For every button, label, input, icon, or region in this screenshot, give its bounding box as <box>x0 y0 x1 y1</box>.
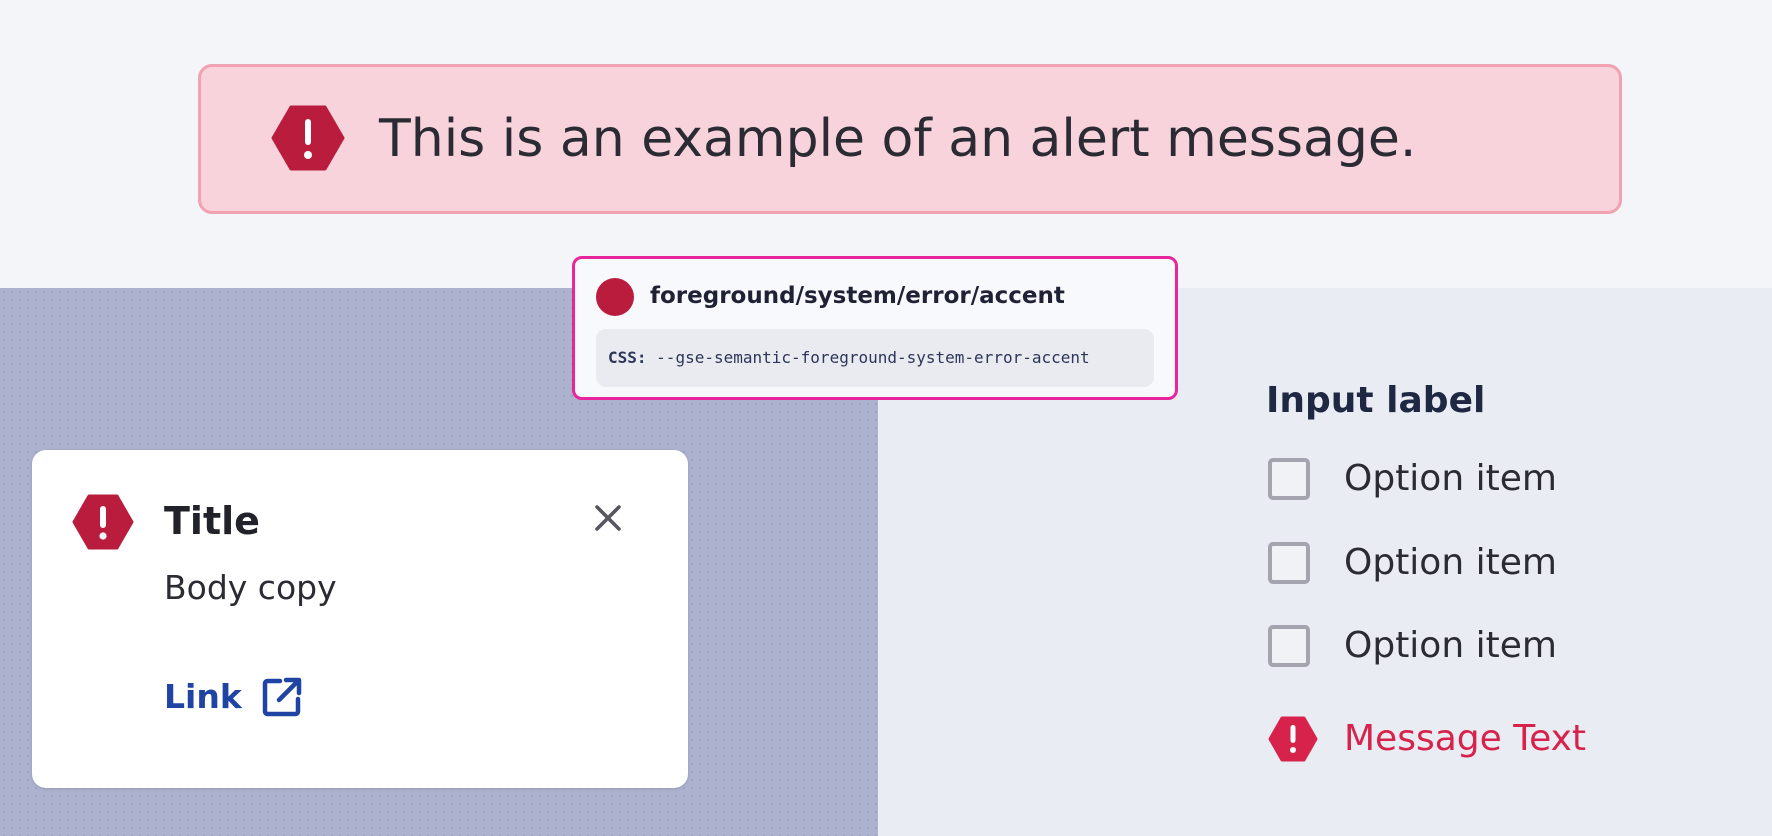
option-item-2[interactable]: Option item <box>1266 539 1686 595</box>
token-name: foreground/system/error/accent <box>650 283 1065 309</box>
close-icon[interactable] <box>588 498 628 538</box>
color-swatch <box>596 278 634 316</box>
error-message-text: Message Text <box>1344 718 1587 759</box>
error-message-row: Message Text <box>1266 714 1686 770</box>
option-item-3[interactable]: Option item <box>1266 622 1686 678</box>
option-label: Option item <box>1344 458 1557 499</box>
toast-link-label: Link <box>164 677 242 716</box>
input-label: Input label <box>1266 380 1486 421</box>
toast-link[interactable]: Link <box>164 672 304 722</box>
toast-notification: Title Body copy Link <box>32 450 688 788</box>
token-tooltip: foreground/system/error/accent CSS: --gs… <box>572 256 1178 400</box>
external-link-icon <box>262 677 302 717</box>
checkbox[interactable] <box>1268 625 1310 667</box>
error-hexagon-icon <box>1268 716 1318 762</box>
alert-banner: This is an example of an alert message. <box>198 64 1622 214</box>
error-hexagon-icon <box>72 494 134 550</box>
checkbox[interactable] <box>1268 542 1310 584</box>
css-prefix: CSS: <box>608 348 647 367</box>
checkbox-group: Input label Option item Option item Opti… <box>1266 378 1746 778</box>
checkbox[interactable] <box>1268 458 1310 500</box>
option-label: Option item <box>1344 542 1557 583</box>
option-label: Option item <box>1344 625 1557 666</box>
error-hexagon-icon <box>271 105 345 171</box>
alert-message: This is an example of an alert message. <box>379 109 1417 169</box>
option-item-1[interactable]: Option item <box>1266 455 1686 511</box>
toast-body: Body copy <box>164 568 337 607</box>
toast-title: Title <box>164 499 260 543</box>
css-variable-box: CSS: --gse-semantic-foreground-system-er… <box>596 329 1154 387</box>
css-variable-name: --gse-semantic-foreground-system-error-a… <box>656 348 1090 367</box>
